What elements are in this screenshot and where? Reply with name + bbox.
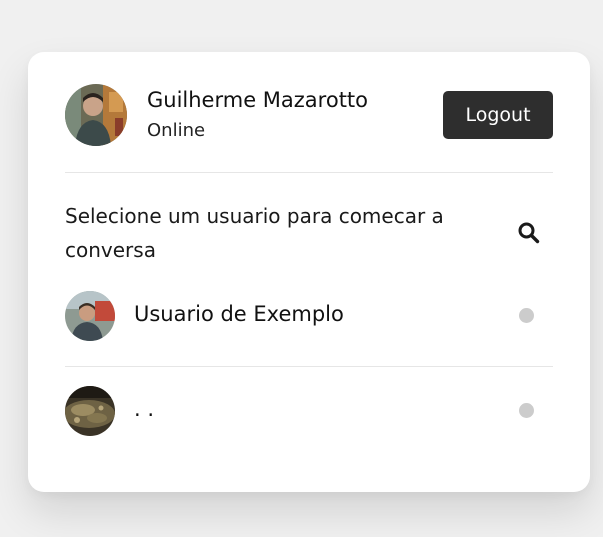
status-dot-icon (519, 403, 534, 418)
user-avatar (65, 84, 127, 146)
contact-avatar (65, 291, 115, 341)
user-name: Guilherme Mazarotto (147, 88, 369, 112)
logout-button[interactable]: Logout (443, 91, 553, 139)
user-header: Guilherme Mazarotto Online Logout (65, 84, 553, 146)
contact-item[interactable]: . . (65, 386, 553, 438)
user-status: Online (147, 120, 206, 141)
contact-item[interactable]: Usuario de Exemplo (65, 291, 553, 343)
contact-divider (65, 366, 553, 367)
header-divider (65, 172, 553, 173)
select-user-prompt: Selecione um usuario para comecar a conv… (65, 204, 444, 262)
chat-panel: Guilherme Mazarotto Online Logout Seleci… (28, 52, 590, 492)
contact-name: Usuario de Exemplo (134, 302, 344, 326)
contact-name: . . (134, 397, 155, 421)
search-icon[interactable] (516, 220, 542, 246)
contact-avatar (65, 386, 115, 436)
status-dot-icon (519, 308, 534, 323)
